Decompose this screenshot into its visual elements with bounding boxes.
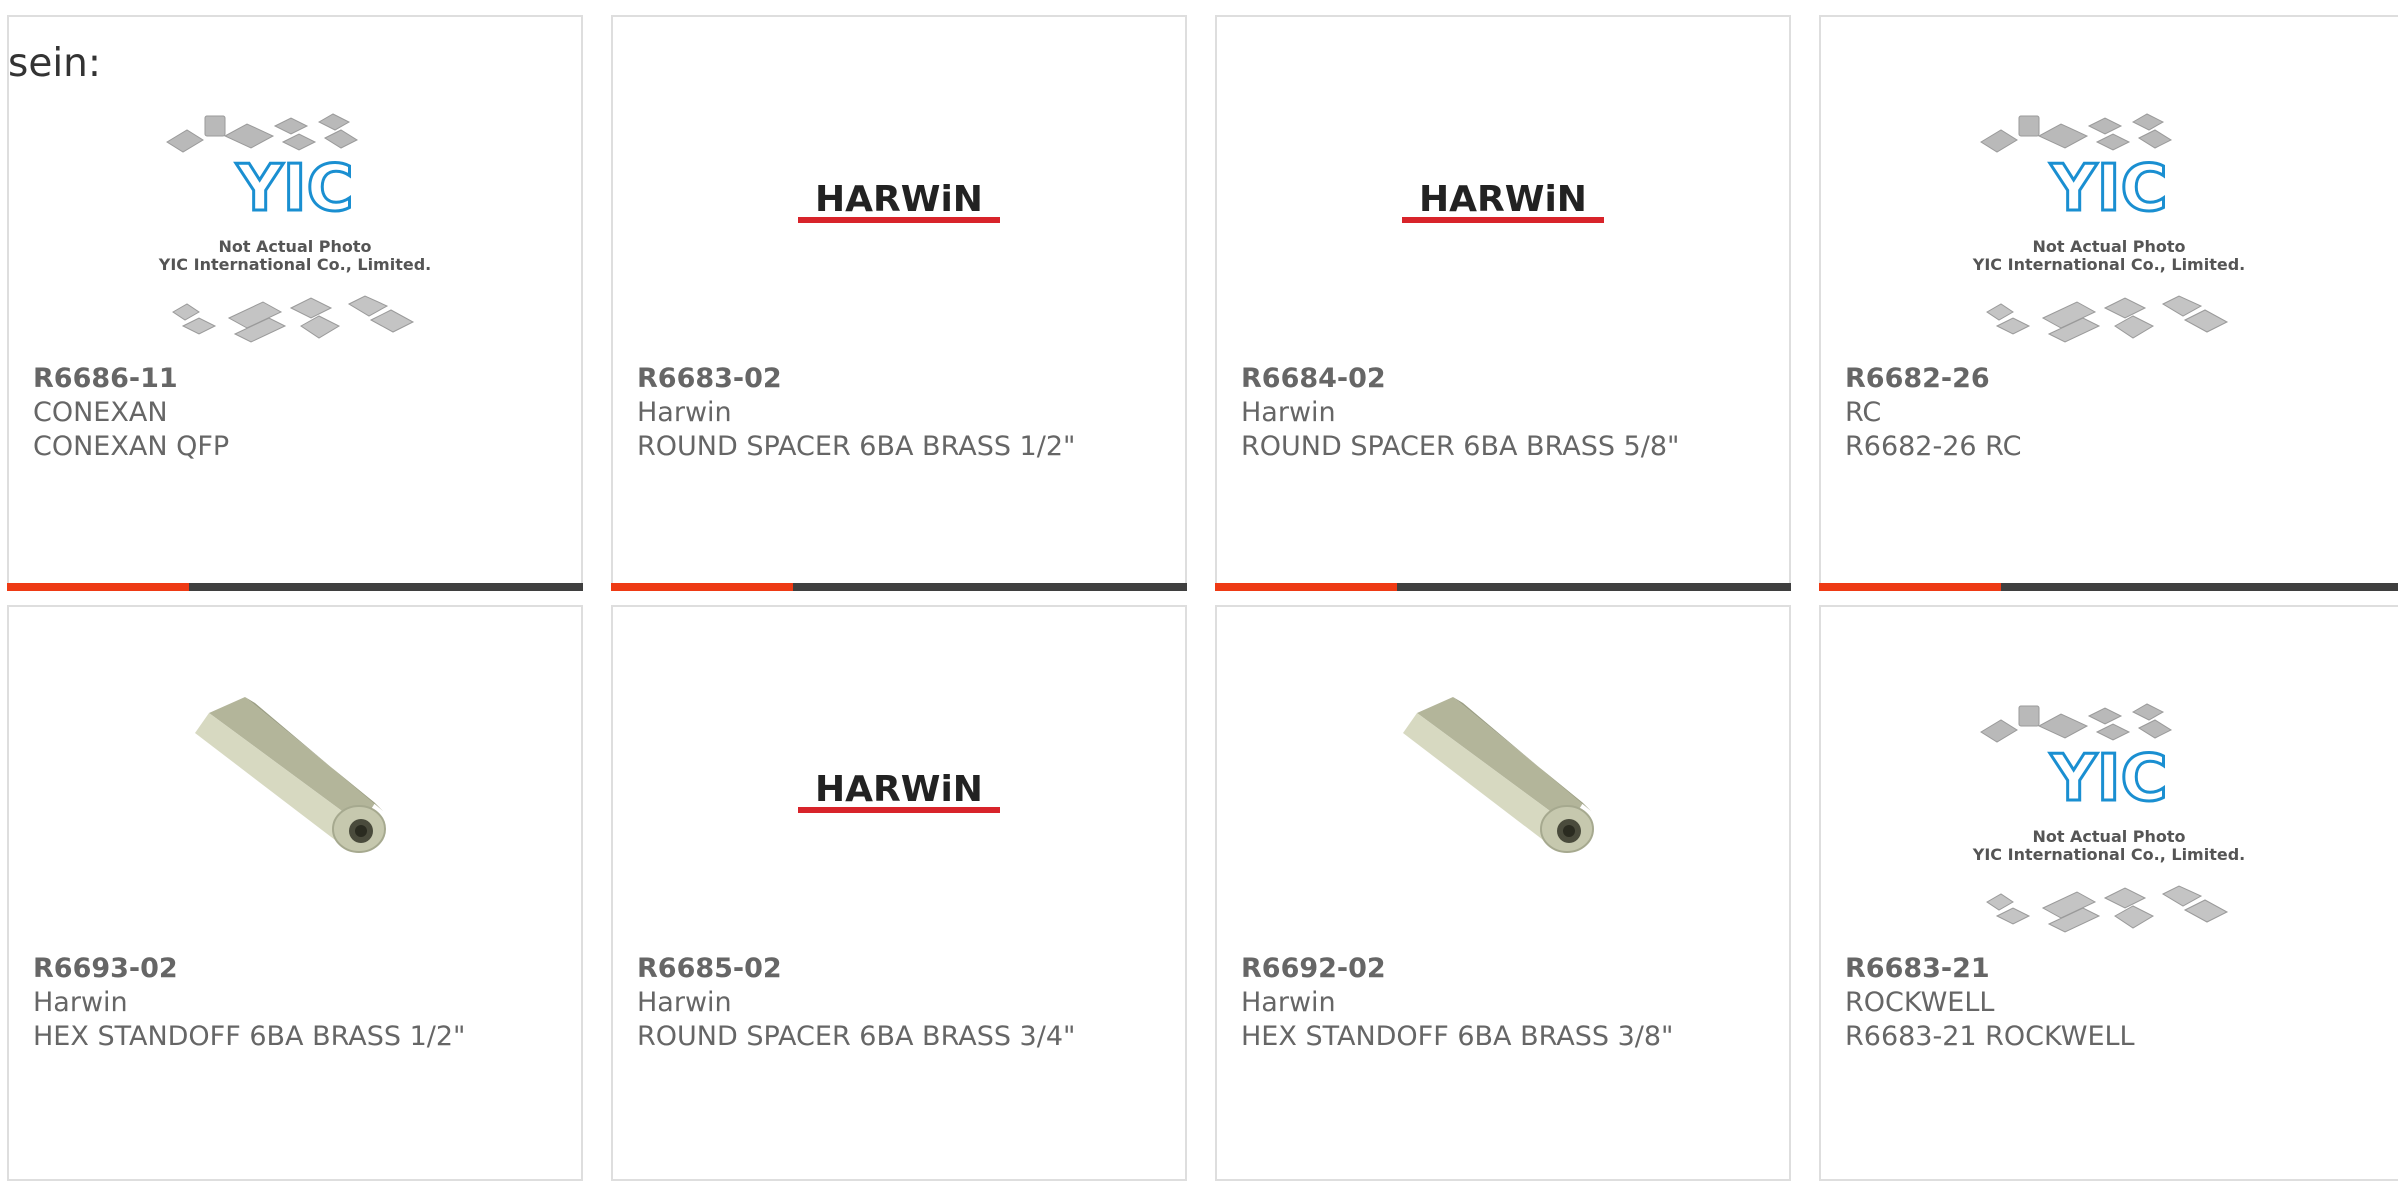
- product-image-harwin-logo[interactable]: HARWiN: [613, 757, 1185, 827]
- card-bottom-bar: [1215, 583, 1791, 591]
- product-card[interactable]: HARWiN R6685-02 Harwin ROUND SPACER 6BA …: [611, 605, 1187, 1181]
- product-image-hex-standoff[interactable]: [1217, 669, 1789, 909]
- part-number[interactable]: R6693-02: [33, 952, 565, 986]
- yic-logo-text: YIC: [2049, 742, 2167, 816]
- yic-line2: YIC International Co., Limited.: [158, 255, 431, 274]
- part-number[interactable]: R6682-26: [1845, 362, 2382, 396]
- product-description: HEX STANDOFF 6BA BRASS 3/8": [1241, 1021, 1674, 1052]
- yic-line2: YIC International Co., Limited.: [1972, 255, 2245, 274]
- yic-line1: Not Actual Photo: [218, 237, 371, 256]
- card-bottom-bar: [7, 583, 583, 591]
- brand-name: RC: [1845, 397, 1882, 428]
- harwin-logo-text: HARWiN: [1419, 179, 1587, 220]
- product-image-hex-standoff[interactable]: [9, 669, 581, 909]
- card-bottom-bar: [611, 583, 1187, 591]
- part-number[interactable]: R6685-02: [637, 952, 1169, 986]
- card-bottom-bar: [1819, 583, 2398, 591]
- yic-logo-text: YIC: [2049, 152, 2167, 226]
- brand-name: Harwin: [1241, 397, 1336, 428]
- product-image-yic-placeholder[interactable]: YIC Not Actual Photo YIC International C…: [1821, 699, 2397, 954]
- brand-name: Harwin: [1241, 987, 1336, 1018]
- card-accent-bar: [611, 583, 793, 591]
- product-description: ROUND SPACER 6BA BRASS 5/8": [1241, 431, 1680, 462]
- harwin-logo-text: HARWiN: [815, 769, 983, 810]
- product-description: ROUND SPACER 6BA BRASS 3/4": [637, 1021, 1076, 1052]
- part-number[interactable]: R6686-11: [33, 362, 565, 396]
- product-description: R6683-21 ROCKWELL: [1845, 1021, 2135, 1052]
- product-card[interactable]: R6693-02 Harwin HEX STANDOFF 6BA BRASS 1…: [7, 605, 583, 1181]
- brand-name: Harwin: [637, 397, 732, 428]
- product-description: CONEXAN QFP: [33, 431, 230, 462]
- brand-name: CONEXAN: [33, 397, 168, 428]
- brand-name: Harwin: [637, 987, 732, 1018]
- product-card[interactable]: HARWiN R6683-02 Harwin ROUND SPACER 6BA …: [611, 15, 1187, 591]
- product-card[interactable]: YIC Not Actual Photo YIC International C…: [7, 15, 583, 591]
- yic-line1: Not Actual Photo: [2032, 827, 2185, 846]
- part-number[interactable]: R6683-02: [637, 362, 1169, 396]
- part-number[interactable]: R6683-21: [1845, 952, 2382, 986]
- part-number[interactable]: R6684-02: [1241, 362, 1773, 396]
- card-accent-bar: [7, 583, 189, 591]
- product-card[interactable]: HARWiN R6684-02 Harwin ROUND SPACER 6BA …: [1215, 15, 1791, 591]
- product-description: HEX STANDOFF 6BA BRASS 1/2": [33, 1021, 466, 1052]
- part-number[interactable]: R6692-02: [1241, 952, 1773, 986]
- product-card[interactable]: YIC Not Actual Photo YIC International C…: [1819, 15, 2398, 591]
- product-description: ROUND SPACER 6BA BRASS 1/2": [637, 431, 1076, 462]
- product-image-harwin-logo[interactable]: HARWiN: [613, 167, 1185, 237]
- brand-name: Harwin: [33, 987, 128, 1018]
- yic-logo-text: YIC: [235, 152, 353, 226]
- product-image-harwin-logo[interactable]: HARWiN: [1217, 167, 1789, 237]
- product-image-yic-placeholder[interactable]: YIC Not Actual Photo YIC International C…: [1821, 109, 2397, 364]
- product-description: R6682-26 RC: [1845, 431, 2022, 462]
- product-card[interactable]: YIC Not Actual Photo YIC International C…: [1819, 605, 2398, 1181]
- brand-name: ROCKWELL: [1845, 987, 1995, 1018]
- yic-line1: Not Actual Photo: [2032, 237, 2185, 256]
- card-accent-bar: [1215, 583, 1397, 591]
- harwin-logo-text: HARWiN: [815, 179, 983, 220]
- product-card[interactable]: R6692-02 Harwin HEX STANDOFF 6BA BRASS 3…: [1215, 605, 1791, 1181]
- intro-text: sein:: [8, 41, 102, 86]
- card-accent-bar: [1819, 583, 2001, 591]
- yic-line2: YIC International Co., Limited.: [1972, 845, 2245, 864]
- product-image-yic-placeholder[interactable]: YIC Not Actual Photo YIC International C…: [9, 109, 581, 364]
